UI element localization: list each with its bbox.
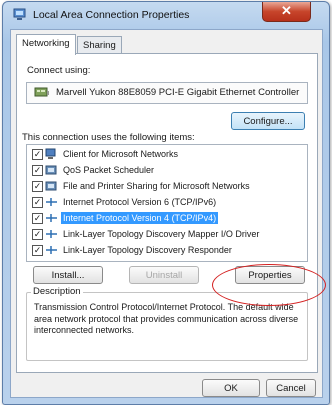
list-item[interactable]: ✓ Link-Layer Topology Discovery Mapper I… xyxy=(30,228,302,241)
protocol-icon xyxy=(46,246,57,254)
item-label: Internet Protocol Version 4 (TCP/IPv4) xyxy=(61,212,219,224)
item-label: Link-Layer Topology Discovery Responder xyxy=(63,245,232,255)
title-bar[interactable]: Local Area Connection Properties ✕ xyxy=(3,2,329,28)
networking-panel: Connect using: Marvell Yukon 88E8059 PCI… xyxy=(16,53,318,373)
network-adapter-icon xyxy=(34,87,49,97)
description-legend: Description xyxy=(31,286,83,297)
item-label: Link-Layer Topology Discovery Mapper I/O… xyxy=(63,229,260,239)
install-button[interactable]: Install... xyxy=(33,266,103,284)
window-title: Local Area Connection Properties xyxy=(33,9,190,21)
service-icon xyxy=(45,181,57,191)
item-label: Client for Microsoft Networks xyxy=(63,149,179,159)
checkbox[interactable]: ✓ xyxy=(32,165,43,176)
checkbox[interactable]: ✓ xyxy=(32,213,43,224)
list-item[interactable]: ✓ Link-Layer Topology Discovery Responde… xyxy=(30,244,302,257)
description-text: Transmission Control Protocol/Internet P… xyxy=(34,302,299,335)
adapter-field: Marvell Yukon 88E8059 PCI-E Gigabit Ethe… xyxy=(26,82,308,104)
highlight-annotation xyxy=(212,264,326,306)
list-item[interactable]: ✓ Internet Protocol Version 4 (TCP/IPv4) xyxy=(30,212,302,225)
tab-networking[interactable]: Networking xyxy=(16,34,76,55)
close-button[interactable]: ✕ xyxy=(262,2,311,22)
checkbox[interactable]: ✓ xyxy=(32,197,43,208)
checkbox[interactable]: ✓ xyxy=(32,245,43,256)
adapter-name: Marvell Yukon 88E8059 PCI-E Gigabit Ethe… xyxy=(56,87,300,98)
protocol-icon xyxy=(46,198,57,206)
protocol-icon xyxy=(46,214,57,222)
tab-sharing[interactable]: Sharing xyxy=(77,36,122,54)
configure-button[interactable]: Configure... xyxy=(231,112,305,130)
items-label: This connection uses the following items… xyxy=(22,132,195,143)
service-icon xyxy=(45,165,57,175)
protocol-icon xyxy=(46,230,57,238)
list-item[interactable]: ✓ Internet Protocol Version 6 (TCP/IPv6) xyxy=(30,196,302,209)
checkbox[interactable]: ✓ xyxy=(32,181,43,192)
item-label: File and Printer Sharing for Microsoft N… xyxy=(63,181,250,191)
items-list[interactable]: ✓ Client for Microsoft Networks ✓ QoS Pa… xyxy=(26,144,308,262)
list-item[interactable]: ✓ QoS Packet Scheduler xyxy=(30,164,302,177)
ok-button[interactable]: OK xyxy=(202,379,260,397)
network-connection-icon xyxy=(13,8,26,20)
properties-dialog: Local Area Connection Properties ✕ Netwo… xyxy=(2,1,330,405)
list-item[interactable]: ✓ File and Printer Sharing for Microsoft… xyxy=(30,180,302,193)
cancel-button[interactable]: Cancel xyxy=(266,379,316,397)
list-item[interactable]: ✓ Client for Microsoft Networks xyxy=(30,148,302,161)
item-label: QoS Packet Scheduler xyxy=(63,165,155,175)
connect-using-label: Connect using: xyxy=(27,65,91,76)
network-client-icon xyxy=(45,148,56,159)
item-label: Internet Protocol Version 6 (TCP/IPv6) xyxy=(63,197,217,207)
checkbox[interactable]: ✓ xyxy=(32,149,43,160)
dialog-client-area: Networking Sharing Connect using: Marvel… xyxy=(10,29,323,398)
checkbox[interactable]: ✓ xyxy=(32,229,43,240)
uninstall-button[interactable]: Uninstall xyxy=(129,266,199,284)
